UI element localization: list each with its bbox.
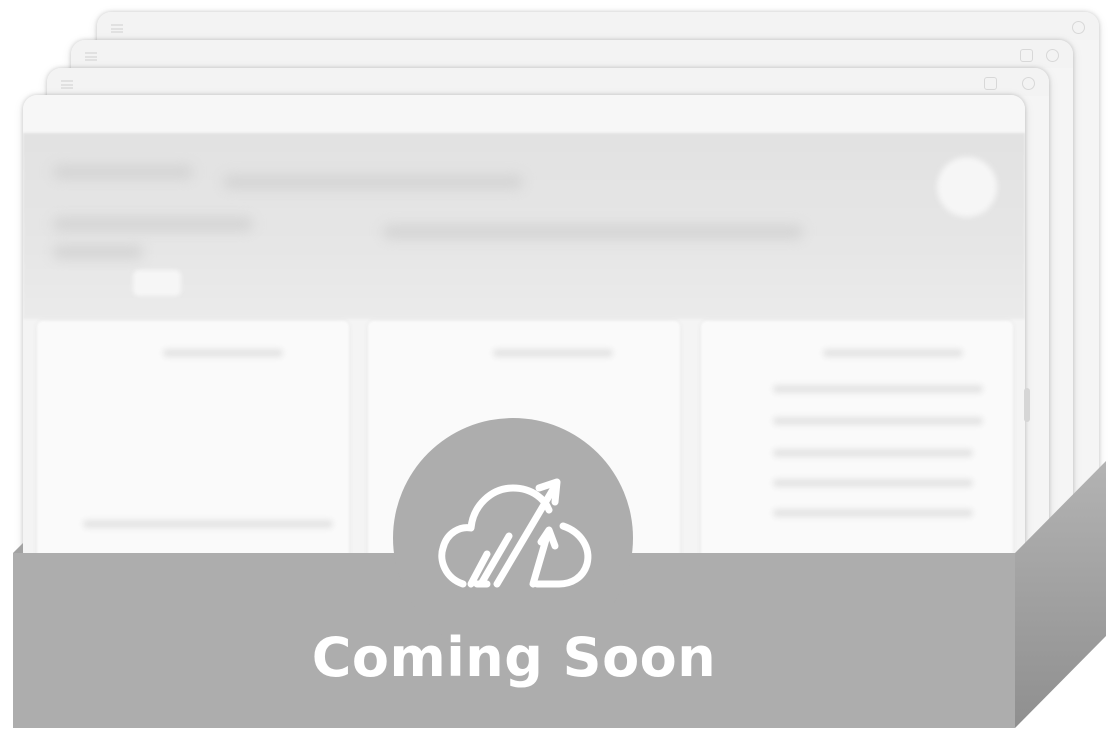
coming-soon-preview: Coming Soon	[0, 0, 1120, 742]
blurred-text	[493, 349, 613, 357]
blurred-text	[223, 175, 523, 189]
preview-card-header	[47, 68, 1049, 96]
blurred-button	[133, 270, 181, 296]
blurred-text	[163, 349, 283, 357]
blurred-text	[823, 349, 963, 357]
blurred-text	[773, 385, 983, 393]
blurred-text	[773, 417, 983, 425]
cloud-growth-arrows-icon	[438, 478, 592, 588]
blurred-text	[53, 245, 143, 259]
menu-icon	[85, 52, 97, 61]
blurred-panel	[37, 321, 349, 565]
blurred-text	[53, 217, 253, 231]
box-left-edge	[13, 543, 23, 553]
blurred-text	[773, 509, 973, 517]
help-icon	[1022, 77, 1035, 90]
blurred-text	[773, 479, 973, 487]
coming-soon-title: Coming Soon	[311, 626, 717, 689]
scrollbar-thumb	[1024, 388, 1030, 422]
preview-card-header	[71, 40, 1073, 68]
blurred-panel	[701, 321, 1013, 565]
menu-icon	[111, 24, 123, 33]
help-icon	[1046, 49, 1059, 62]
help-icon	[1072, 21, 1085, 34]
avatar	[937, 157, 997, 217]
preview-card-header	[97, 12, 1099, 40]
menu-icon	[61, 80, 73, 89]
preview-card-header	[23, 95, 1025, 133]
blurred-text	[773, 449, 973, 457]
bell-icon	[984, 77, 997, 90]
blurred-text	[53, 165, 193, 179]
blurred-text	[383, 225, 803, 239]
bell-icon	[1020, 49, 1033, 62]
blurred-text	[83, 520, 333, 528]
